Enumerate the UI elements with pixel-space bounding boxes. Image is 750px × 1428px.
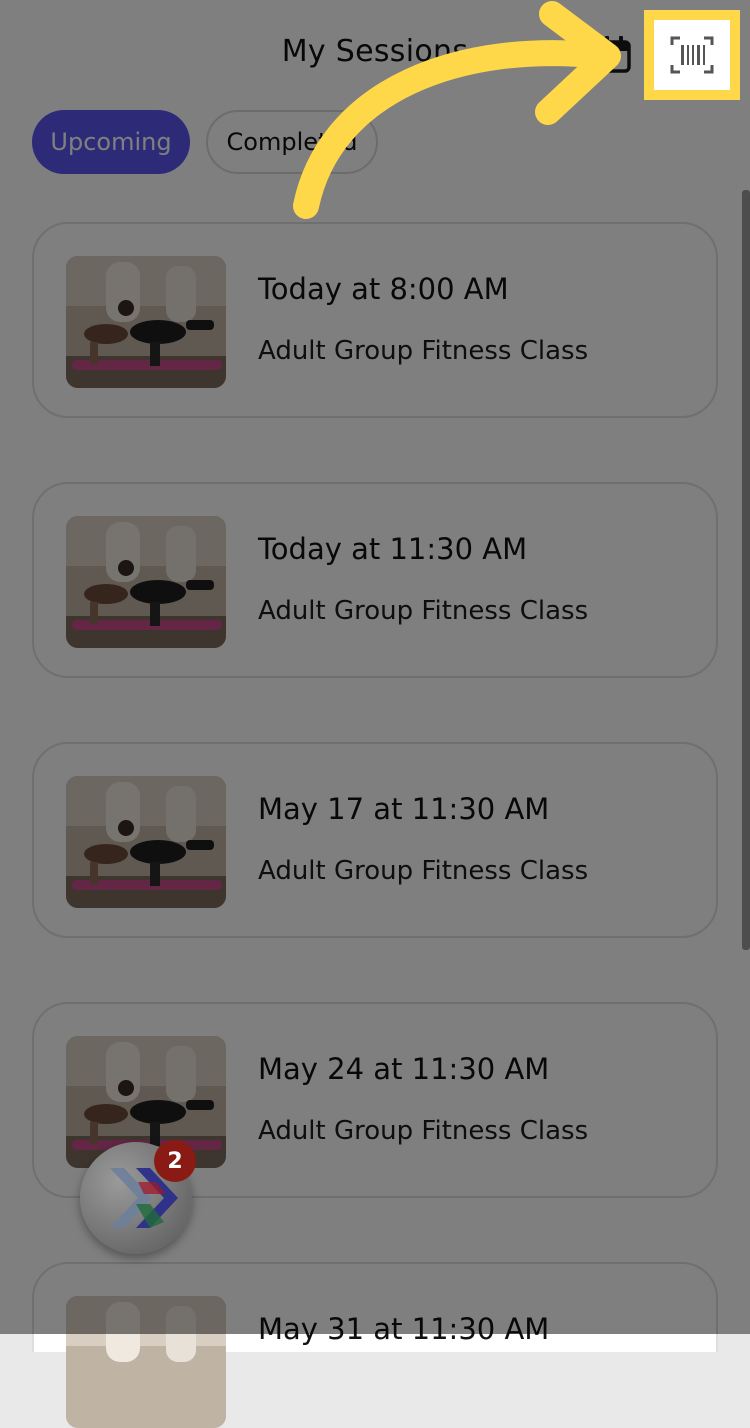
- tab-upcoming-label: Upcoming: [50, 128, 172, 156]
- session-time: May 17 at 11:30 AM: [258, 792, 550, 826]
- session-card[interactable]: Today at 8:00 AM Adult Group Fitness Cla…: [32, 222, 718, 418]
- tab-completed-label: Completed: [226, 128, 358, 156]
- session-thumbnail: [66, 776, 226, 908]
- notification-badge: 2: [154, 1140, 196, 1182]
- scrollbar[interactable]: [742, 190, 750, 950]
- session-time: May 24 at 11:30 AM: [258, 1052, 550, 1086]
- session-thumbnail: [66, 516, 226, 648]
- session-title: Adult Group Fitness Class: [258, 1116, 589, 1146]
- badge-count: 2: [167, 1148, 183, 1174]
- tab-completed[interactable]: Completed: [206, 110, 378, 174]
- session-card[interactable]: Today at 11:30 AM Adult Group Fitness Cl…: [32, 482, 718, 678]
- session-title: Adult Group Fitness Class: [258, 596, 589, 626]
- page-title: My Sessions: [281, 34, 469, 69]
- barcode-scan-button[interactable]: [644, 10, 740, 100]
- app-screen: My Sessions Upcoming Completed Today at …: [0, 0, 750, 1428]
- calendar-icon: [597, 36, 631, 73]
- session-time: Today at 8:00 AM: [258, 272, 509, 306]
- barcode-scan-icon: [670, 36, 714, 74]
- session-title: Adult Group Fitness Class: [258, 856, 589, 886]
- header: My Sessions: [0, 0, 750, 110]
- session-thumbnail: [66, 1296, 226, 1428]
- session-card[interactable]: May 31 at 11:30 AM: [32, 1262, 718, 1428]
- tab-upcoming[interactable]: Upcoming: [32, 110, 190, 174]
- session-time: May 31 at 11:30 AM: [258, 1312, 550, 1346]
- session-title: Adult Group Fitness Class: [258, 336, 589, 366]
- calendar-button[interactable]: [596, 34, 632, 74]
- session-thumbnail: [66, 256, 226, 388]
- session-time: Today at 11:30 AM: [258, 532, 528, 566]
- session-card[interactable]: May 17 at 11:30 AM Adult Group Fitness C…: [32, 742, 718, 938]
